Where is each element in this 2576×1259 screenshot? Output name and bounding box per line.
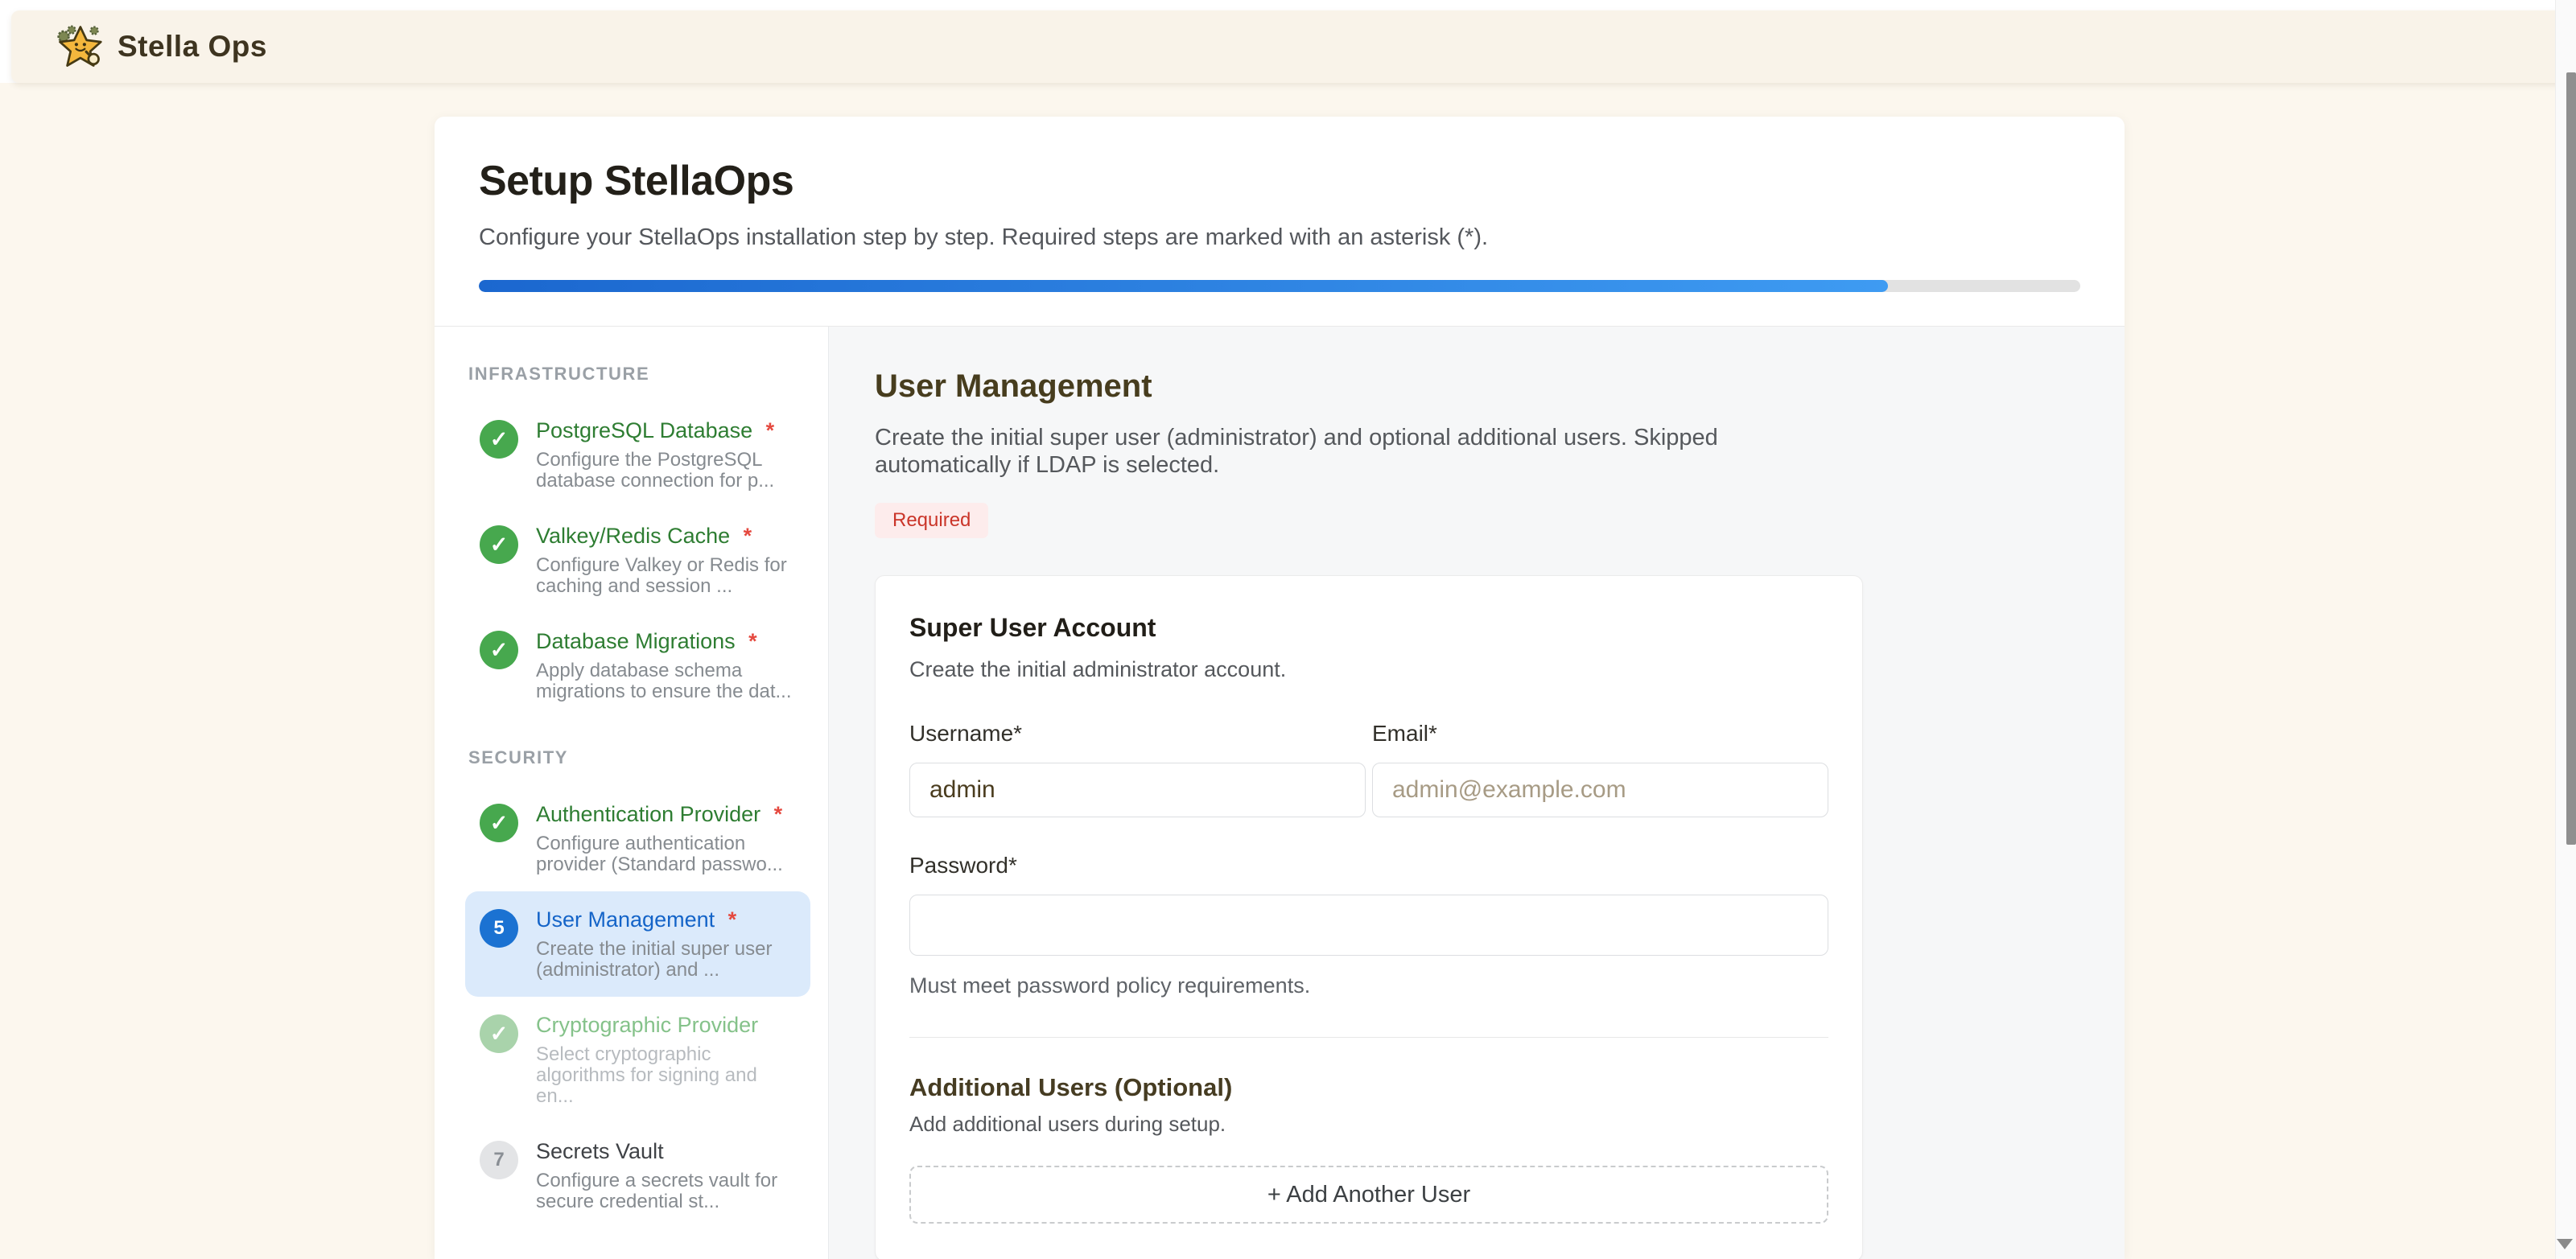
scrollbar-down-arrow-icon[interactable] bbox=[2557, 1239, 2573, 1249]
username-input[interactable] bbox=[909, 763, 1366, 817]
step-content: User Management Create the initial super… bbox=[829, 327, 2125, 1259]
password-input[interactable] bbox=[909, 895, 1828, 956]
additional-users-title: Additional Users (Optional) bbox=[909, 1073, 1828, 1102]
email-label: Email* bbox=[1372, 721, 1828, 747]
required-badge: Required bbox=[875, 503, 988, 538]
sidebar-section-label: INFRASTRUCTURE bbox=[468, 364, 810, 385]
password-help: Must meet password policy requirements. bbox=[909, 973, 1828, 998]
sidebar-section-label: SECURITY bbox=[468, 747, 810, 768]
sidebar-section: INFRASTRUCTURE ✓ PostgreSQL Database * C… bbox=[465, 364, 810, 718]
step-status-icon: 5 bbox=[480, 909, 518, 948]
stella-ops-logo-icon bbox=[56, 24, 103, 69]
username-label: Username* bbox=[909, 721, 1366, 747]
super-user-card: Super User Account Create the initial ad… bbox=[875, 575, 1863, 1259]
add-another-user-button[interactable]: + Add Another User bbox=[909, 1166, 1828, 1224]
brand-name: Stella Ops bbox=[117, 30, 267, 64]
required-asterisk: * bbox=[722, 907, 736, 932]
sidebar-section: SECURITY ✓ Authentication Provider * Con… bbox=[465, 747, 810, 1228]
setup-progress-fill bbox=[479, 280, 1888, 292]
sidebar-step-cryptographic-provider[interactable]: ✓ Cryptographic Provider Select cryptogr… bbox=[465, 997, 810, 1123]
step-status-icon: ✓ bbox=[480, 631, 518, 669]
check-icon: ✓ bbox=[490, 813, 509, 834]
step-description: Create the initial super user (administr… bbox=[875, 424, 1768, 479]
sidebar-step-database-migrations[interactable]: ✓ Database Migrations * Apply database s… bbox=[465, 613, 810, 718]
step-title: User Management bbox=[875, 368, 2079, 405]
scrollbar-track[interactable] bbox=[2555, 0, 2576, 1259]
additional-users-subtitle: Add additional users during setup. bbox=[909, 1112, 1828, 1137]
page-subtitle: Configure your StellaOps installation st… bbox=[479, 224, 2080, 251]
step-status-icon: ✓ bbox=[480, 804, 518, 842]
required-asterisk: * bbox=[743, 629, 757, 653]
step-status-icon: ✓ bbox=[480, 525, 518, 564]
required-asterisk: * bbox=[737, 524, 752, 548]
check-icon: ✓ bbox=[490, 1023, 509, 1045]
sidebar-step-secrets-vault[interactable]: 7 Secrets Vault Configure a secrets vaul… bbox=[465, 1123, 810, 1228]
sidebar-step-postgresql-database[interactable]: ✓ PostgreSQL Database * Configure the Po… bbox=[465, 402, 810, 508]
check-icon: ✓ bbox=[490, 429, 509, 451]
super-user-subtitle: Create the initial administrator account… bbox=[909, 657, 1828, 682]
scrollbar-thumb[interactable] bbox=[2566, 72, 2576, 845]
sidebar-step-user-management[interactable]: 5 User Management * Create the initial s… bbox=[465, 891, 810, 997]
page-title: Setup StellaOps bbox=[479, 157, 2080, 205]
check-icon: ✓ bbox=[490, 534, 509, 556]
sidebar-step-authentication-provider[interactable]: ✓ Authentication Provider * Configure au… bbox=[465, 786, 810, 891]
step-status-icon: ✓ bbox=[480, 1014, 518, 1053]
email-input[interactable] bbox=[1372, 763, 1828, 817]
required-asterisk: * bbox=[768, 802, 782, 826]
password-label: Password* bbox=[909, 853, 1828, 878]
brand: Stella Ops bbox=[56, 24, 267, 69]
required-asterisk: * bbox=[760, 418, 774, 442]
setup-steps-sidebar: INFRASTRUCTURE ✓ PostgreSQL Database * C… bbox=[435, 327, 829, 1259]
divider bbox=[909, 1037, 1828, 1038]
sidebar-step-valkey-redis-cache[interactable]: ✓ Valkey/Redis Cache * Configure Valkey … bbox=[465, 508, 810, 613]
super-user-title: Super User Account bbox=[909, 613, 1828, 643]
step-status-icon: 7 bbox=[480, 1141, 518, 1179]
setup-header: Setup StellaOps Configure your StellaOps… bbox=[435, 117, 2125, 327]
check-icon: ✓ bbox=[490, 640, 509, 661]
topbar: Stella Ops bbox=[11, 10, 2565, 83]
setup-progress-bar bbox=[479, 280, 2080, 292]
step-status-icon: ✓ bbox=[480, 420, 518, 459]
setup-panel: Setup StellaOps Configure your StellaOps… bbox=[435, 117, 2125, 1259]
